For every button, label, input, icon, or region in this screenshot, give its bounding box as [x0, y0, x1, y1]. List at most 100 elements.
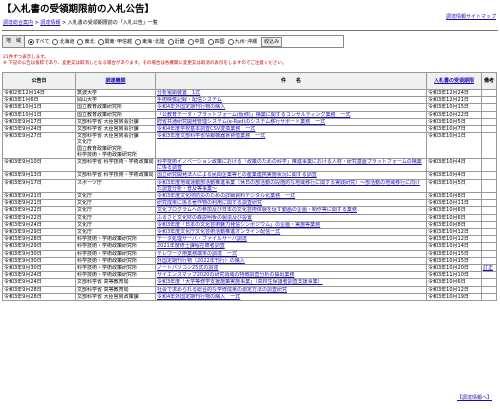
cell-remark[interactable] [481, 192, 497, 201]
tender-title-link[interactable]: 科学技術イノベーション政策における「政策のための科学」推進事業における人材・研究… [157, 160, 422, 171]
tender-title-link[interactable]: 令和3年度「大学等修学支援施策実施事業」（高校生保護者調査支援事業） [157, 280, 323, 285]
cell-remark[interactable] [481, 96, 497, 105]
cell-title[interactable]: 分析電顕装置 1式 [155, 88, 427, 98]
cell-remark[interactable] [481, 206, 497, 215]
cell-title[interactable]: 外国定期刊行物（2022年刊行）の購入 [155, 256, 427, 266]
cell-remark[interactable] [481, 235, 497, 244]
cell-remark[interactable] [481, 171, 497, 180]
tender-title-link[interactable]: 研究成果に係る著作物の利用に関する調査研究 [157, 201, 262, 206]
tender-title-link[interactable]: 手術映像記録・配信システム [157, 98, 222, 103]
region-option-tohoku[interactable]: 東北 [77, 38, 95, 45]
cell-remark[interactable] [481, 278, 497, 287]
cell-remark[interactable] [481, 125, 497, 134]
radio-icon[interactable] [167, 38, 174, 45]
cell-title[interactable]: データ処理サーバ・ファイルサーバ調達 [155, 235, 427, 244]
tender-title-link[interactable]: 文化プログラムへの参加及び日本の文化芸術体験を促す動画の企画・制作等に関する業務 [157, 208, 357, 213]
tender-title-link[interactable]: 令和4年外国定期刊行物の購入 一式 [157, 294, 240, 299]
cell-remark[interactable] [481, 88, 497, 98]
cell-title[interactable]: サイエンスマップ2020の研究領域の特徴調査分析の抽出業務 [155, 271, 427, 280]
sitemap-link[interactable]: 調達情報サイトマップ [446, 13, 496, 20]
cell-remark[interactable] [481, 117, 497, 127]
cell-remark[interactable] [481, 158, 497, 173]
cell-title[interactable]: テレワーク用業務端末の調達 一式 [155, 249, 427, 258]
cell-title[interactable]: 令和4年度学校基本調査CSV変換業務 一式 [155, 125, 427, 134]
tender-title-link[interactable]: ノートパソコン25式の調達 [157, 266, 218, 271]
tender-title-link[interactable]: 府省共通研究開発管理システム(e-Rad)のシステム移行サポート業務 一式 [157, 119, 325, 124]
cell-remark[interactable] [481, 103, 497, 112]
cell-title[interactable]: 科学技術イノベーション政策における「政策のための科学」推進事業における人材・研究… [155, 158, 427, 173]
cell-title[interactable]: ふるさと文化財の森説明板の製造及び設置 [155, 213, 427, 222]
header-org[interactable]: 調達機関 [75, 72, 156, 90]
cell-remark[interactable]: 訂正 [481, 264, 497, 273]
tender-title-link[interactable]: サイエンスマップ2020の研究領域の特徴調査分析の抽出業務 [157, 273, 294, 278]
cell-title[interactable]: 令和3年度「日本の文化芸術魅力発信シンポジウム」の企画・実施等業務 [155, 220, 427, 230]
cell-title[interactable]: 研究成果に係る著作物の利用に関する調査研究 [155, 199, 427, 208]
cell-remark[interactable] [481, 213, 497, 222]
region-option-chugoku[interactable]: 中国 [187, 38, 205, 45]
cell-title[interactable]: ノートパソコン25式の調達 [155, 264, 427, 273]
region-option-tokai[interactable]: 東海･北陸 [135, 38, 165, 45]
tender-title-link[interactable]: データ処理サーバ・ファイルサーバ調達 [157, 237, 247, 242]
cell-remark[interactable] [481, 220, 497, 230]
remark-link[interactable]: 訂正 [483, 266, 493, 271]
cell-remark[interactable] [481, 199, 497, 208]
region-option-hokkaido[interactable]: 北海道 [52, 38, 74, 45]
cell-remark[interactable] [481, 178, 497, 194]
cell-title[interactable]: 令和3年度文部科学省情報機器賃貸借業務 一式 [155, 132, 427, 160]
region-option-kinki[interactable]: 近畿 [167, 38, 185, 45]
radio-icon[interactable] [227, 38, 234, 45]
header-deadline[interactable]: 入札書の受領期限 [426, 72, 482, 90]
region-option-all[interactable]: すべて [28, 38, 49, 45]
cell-title[interactable]: 文化プログラムへの参加及び日本の文化芸術体験を促す動画の企画・制作等に関する業務 [155, 206, 427, 215]
radio-icon[interactable] [187, 38, 194, 45]
cell-title[interactable]: 令和4年外国定期刊行物の購入 [155, 103, 427, 112]
cell-remark[interactable] [481, 256, 497, 266]
cell-title[interactable]: 令和4年外国定期刊行物の購入 一式 [155, 292, 427, 302]
tender-title-link[interactable]: 「公教育データ・プラットフォーム(仮称)」構築に関するコンサルティング業務 一式 [157, 112, 350, 117]
tender-title-link[interactable]: 外国定期刊行物（2022年刊行）の購入 [157, 258, 245, 263]
tender-title-link[interactable]: 令和3年度地域運動部活動推進事業（休日の部活動の段階的な地域移行に関する実践研究… [157, 180, 420, 191]
radio-selected-icon[interactable] [28, 38, 35, 45]
cell-title[interactable]: 令和3年度文化財防災のための詳細資料デジタル化業務 一式 [155, 192, 427, 201]
radio-icon[interactable] [135, 38, 142, 45]
tender-title-link[interactable]: 令和3年度「日本の文化芸術魅力発信シンポジウム」の企画・実施等業務 [157, 222, 320, 227]
tender-title-link[interactable]: 令和3年度文化庁文化芸術活動推進オンライン配信一式 [157, 230, 280, 235]
radio-icon[interactable] [77, 38, 84, 45]
radio-icon[interactable] [52, 38, 59, 45]
tender-title-link[interactable]: 令和4年外国定期刊行物の購入 [157, 105, 225, 110]
cell-title[interactable]: 令和3年度地域運動部活動推進事業（休日の部活動の段階的な地域移行に関する実践研究… [155, 178, 427, 194]
cell-title[interactable]: 国立研究開発法人による民間企業等との産業連携実施状況に関する調査 [155, 171, 427, 180]
tender-title-link[interactable]: 分析電顕装置 1式 [157, 91, 200, 96]
tender-title-link[interactable]: 令和4年度学校基本調査CSV変換業務 一式 [157, 127, 255, 132]
tender-title-link[interactable]: ふるさと文化財の森説明板の製造及び設置 [157, 215, 252, 220]
cell-remark[interactable] [481, 285, 497, 294]
cell-remark[interactable] [481, 292, 497, 302]
cell-title[interactable]: 手術映像記録・配信システム [155, 96, 427, 105]
region-option-kanto[interactable]: 関東･甲信越 [97, 38, 132, 45]
region-option-kyushu[interactable]: 九州･沖縄 [227, 38, 257, 45]
breadcrumb-home[interactable]: 調達総合案内 [3, 20, 33, 26]
filter-button[interactable]: 絞込み [261, 36, 283, 47]
cell-remark[interactable] [481, 242, 497, 251]
cell-title[interactable]: 社会で求められる総合的な学修成果の測定方法の調査研究 [155, 285, 427, 294]
back-to-procurement-link[interactable]: 【調達情報へ】 [457, 394, 492, 401]
cell-remark[interactable] [481, 249, 497, 258]
tender-title-link[interactable]: 令和3年度文部科学省情報機器賃貸借業務 一式 [157, 134, 265, 140]
radio-icon[interactable] [207, 38, 214, 45]
tender-title-link[interactable]: 令和3年度文化財防災のための詳細資料デジタル化業務 一式 [157, 194, 295, 199]
cell-remark[interactable] [481, 271, 497, 280]
cell-title[interactable]: 令和3年度文化庁文化芸術活動推進オンライン配信一式 [155, 228, 427, 237]
tender-title-link[interactable]: テレワーク用業務端末の調達 一式 [157, 251, 237, 256]
cell-title[interactable]: 府省共通研究開発管理システム(e-Rad)のシステム移行サポート業務 一式 [155, 117, 427, 127]
tender-title-link[interactable]: 国立研究開発法人による民間企業等との産業連携実施状況に関する調査 [157, 173, 317, 178]
cell-remark[interactable] [481, 228, 497, 237]
tender-title-link[interactable]: 社会で求められる総合的な学修成果の測定方法の調査研究 [157, 287, 287, 292]
cell-title[interactable]: 「公教育データ・プラットフォーム(仮称)」構築に関するコンサルティング業務 一式 [155, 110, 427, 119]
cell-remark[interactable] [481, 132, 497, 160]
tender-title-link[interactable]: 2021年度修士課程在籍者調査 [157, 244, 225, 249]
radio-icon[interactable] [97, 38, 104, 45]
cell-remark[interactable] [481, 110, 497, 119]
cell-title[interactable]: 令和3年度「大学等修学支援施策実施事業」（高校生保護者調査支援事業） [155, 278, 427, 287]
region-option-shikoku[interactable]: 四国 [207, 38, 225, 45]
breadcrumb-procurement[interactable]: 調達情報 [40, 20, 60, 26]
